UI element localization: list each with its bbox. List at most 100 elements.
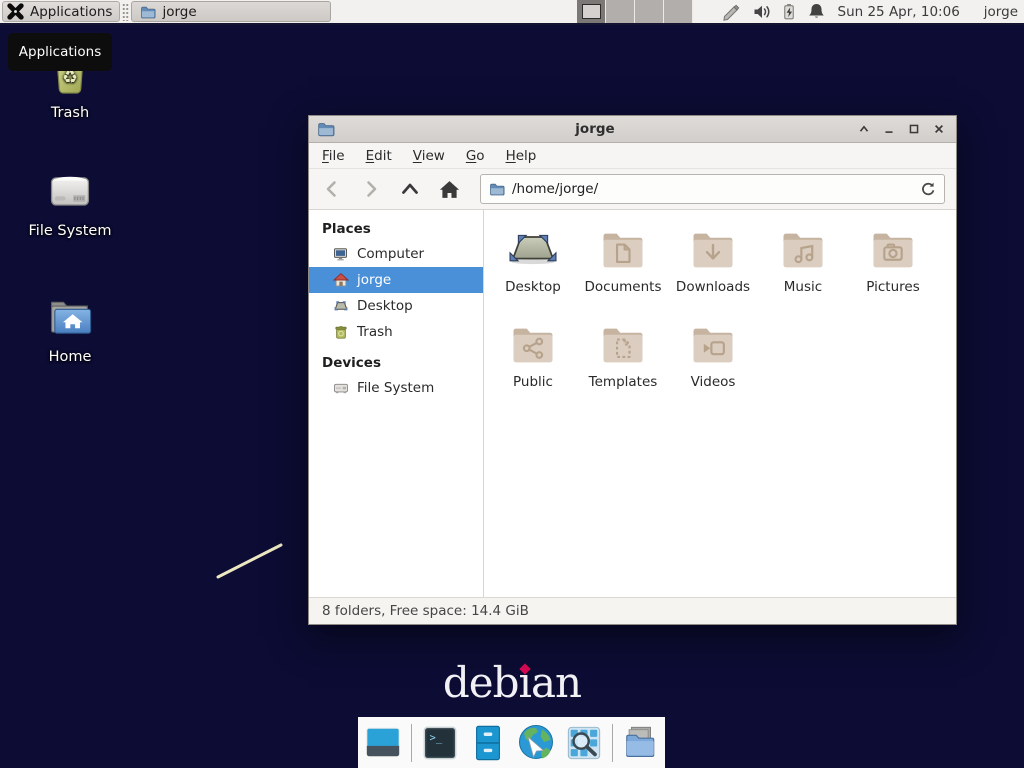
app-finder-icon bbox=[565, 724, 603, 762]
file-item-downloads[interactable]: Downloads bbox=[668, 224, 758, 319]
debian-logo-text: deb bbox=[443, 658, 519, 707]
trash-small-icon bbox=[333, 324, 349, 340]
desktop-line-artifact bbox=[210, 537, 290, 585]
workspace-4[interactable] bbox=[664, 0, 693, 23]
clock[interactable]: Sun 25 Apr, 10:06 bbox=[838, 4, 960, 20]
directory-folder-icon bbox=[622, 724, 660, 762]
file-view[interactable]: Desktop Documents bbox=[484, 210, 956, 597]
downloads-folder-icon bbox=[687, 224, 739, 276]
menu-edit[interactable]: Edit bbox=[366, 148, 392, 164]
workspace-3[interactable] bbox=[635, 0, 664, 23]
sidebar-item-jorge[interactable]: jorge bbox=[309, 267, 483, 293]
web-browser-launcher[interactable] bbox=[516, 723, 556, 763]
workspace-window-preview bbox=[582, 4, 601, 19]
battery-icon[interactable] bbox=[780, 2, 798, 21]
menu-view[interactable]: View bbox=[413, 148, 445, 164]
session-username[interactable]: jorge bbox=[984, 4, 1018, 20]
desktop: Applications jorge bbox=[0, 0, 1024, 768]
globe-browser-icon bbox=[516, 723, 556, 763]
sidebar-item-desktop[interactable]: Desktop bbox=[309, 293, 483, 319]
taskbar-drag-handle[interactable] bbox=[122, 3, 129, 21]
workspace-2[interactable] bbox=[606, 0, 635, 23]
back-button[interactable] bbox=[320, 177, 344, 201]
sidebar-item-label: Trash bbox=[357, 324, 393, 340]
xfce-logo-icon bbox=[6, 2, 25, 21]
file-manager-launcher[interactable] bbox=[468, 723, 508, 763]
sidebar-item-trash[interactable]: Trash bbox=[309, 319, 483, 345]
window-folder-icon bbox=[317, 120, 335, 138]
file-label: Documents bbox=[585, 279, 662, 295]
videos-folder-icon bbox=[687, 319, 739, 371]
drive-icon bbox=[333, 380, 349, 396]
address-path[interactable]: /home/jorge/ bbox=[512, 181, 913, 197]
toolbar: /home/jorge/ bbox=[309, 169, 956, 210]
close-button[interactable] bbox=[930, 120, 948, 138]
file-label: Templates bbox=[589, 374, 658, 390]
status-text: 8 folders, Free space: 14.4 GiB bbox=[322, 603, 529, 619]
svg-text:♻: ♻ bbox=[62, 68, 78, 88]
app-finder-launcher[interactable] bbox=[564, 723, 604, 763]
applications-tooltip: Applications bbox=[8, 33, 112, 71]
applications-menu-label: Applications bbox=[30, 4, 112, 20]
volume-icon[interactable] bbox=[752, 2, 771, 21]
address-bar[interactable]: /home/jorge/ bbox=[480, 174, 945, 204]
terminal-icon: >_ bbox=[421, 724, 459, 762]
file-item-templates[interactable]: Templates bbox=[578, 319, 668, 414]
file-item-music[interactable]: Music bbox=[758, 224, 848, 319]
debian-logo: debıan bbox=[0, 658, 1024, 707]
bottom-dock: >_ bbox=[358, 717, 665, 768]
home-icon bbox=[333, 272, 349, 288]
file-item-public[interactable]: Public bbox=[488, 319, 578, 414]
computer-icon bbox=[333, 246, 349, 262]
file-label: Music bbox=[784, 279, 822, 295]
system-tray bbox=[721, 2, 826, 22]
directory-menu-button[interactable] bbox=[621, 723, 661, 763]
menu-help[interactable]: Help bbox=[506, 148, 537, 164]
reload-icon[interactable] bbox=[920, 181, 936, 197]
notifications-bell-icon[interactable] bbox=[807, 2, 826, 21]
show-desktop-icon bbox=[364, 724, 402, 762]
menu-go[interactable]: Go bbox=[466, 148, 485, 164]
window-title: jorge bbox=[335, 121, 855, 137]
show-desktop-button[interactable] bbox=[363, 723, 403, 763]
file-grid: Desktop Documents bbox=[484, 210, 956, 414]
shade-button[interactable] bbox=[855, 120, 873, 138]
file-item-videos[interactable]: Videos bbox=[668, 319, 758, 414]
home-button[interactable] bbox=[437, 177, 461, 201]
maximize-button[interactable] bbox=[905, 120, 923, 138]
panel-right-area: Sun 25 Apr, 10:06 jorge bbox=[577, 0, 1024, 24]
desktop-folder-icon bbox=[507, 224, 559, 276]
stylus-tool-icon[interactable] bbox=[721, 2, 743, 22]
desktop-icon-label: Trash bbox=[51, 105, 89, 121]
up-button[interactable] bbox=[398, 177, 422, 201]
menubar: File Edit View Go Help bbox=[309, 143, 956, 169]
sidebar-item-label: Desktop bbox=[357, 298, 413, 314]
file-label: Downloads bbox=[676, 279, 750, 295]
forward-button[interactable] bbox=[359, 177, 383, 201]
desktop-icon-label: Home bbox=[49, 349, 92, 365]
minimize-button[interactable] bbox=[880, 120, 898, 138]
desktop-icon-home[interactable]: Home bbox=[20, 288, 120, 365]
sidebar-item-filesystem[interactable]: File System bbox=[309, 375, 483, 401]
applications-menu-button[interactable]: Applications bbox=[2, 1, 120, 22]
workspace-1[interactable] bbox=[577, 0, 606, 23]
debian-logo-text: an bbox=[531, 658, 581, 707]
sidebar-item-label: jorge bbox=[357, 272, 391, 288]
window-titlebar[interactable]: jorge bbox=[309, 116, 956, 143]
sidebar-item-computer[interactable]: Computer bbox=[309, 241, 483, 267]
file-item-documents[interactable]: Documents bbox=[578, 224, 668, 319]
desktop-icon-filesystem[interactable]: File System bbox=[20, 162, 120, 239]
address-folder-icon bbox=[489, 181, 505, 197]
file-label: Public bbox=[513, 374, 553, 390]
sidebar-item-label: File System bbox=[357, 380, 434, 396]
desktop-icon bbox=[333, 298, 349, 314]
file-item-desktop[interactable]: Desktop bbox=[488, 224, 578, 319]
sidebar: Places Computer bbox=[309, 210, 484, 597]
sidebar-devices-header: Devices bbox=[309, 351, 483, 375]
top-panel: Applications jorge bbox=[0, 0, 1024, 25]
file-item-pictures[interactable]: Pictures bbox=[848, 224, 938, 319]
terminal-launcher[interactable]: >_ bbox=[420, 723, 460, 763]
taskbar-window-button[interactable]: jorge bbox=[131, 1, 331, 22]
menu-file[interactable]: File bbox=[322, 148, 345, 164]
taskbar-window-label: jorge bbox=[162, 4, 196, 20]
